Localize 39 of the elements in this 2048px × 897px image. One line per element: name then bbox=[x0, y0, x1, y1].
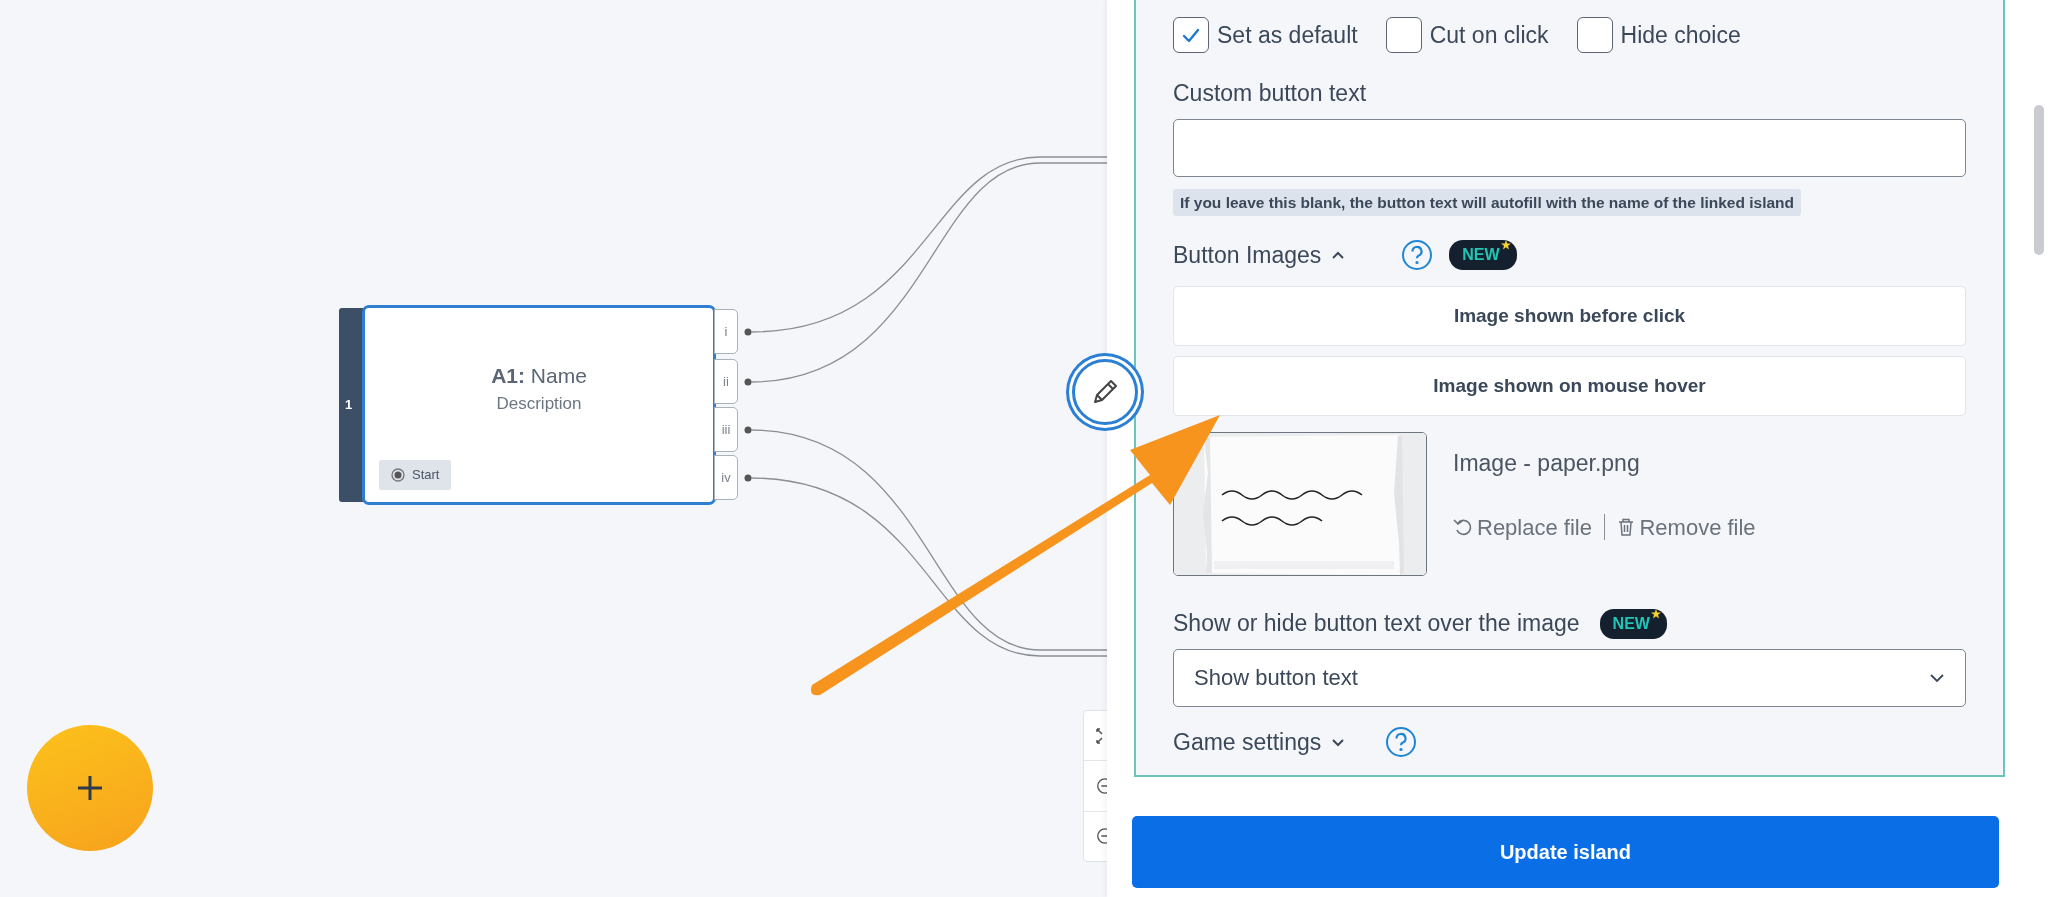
help-icon[interactable] bbox=[1401, 239, 1434, 271]
section-toggle[interactable]: Game settings bbox=[1173, 724, 1346, 760]
checkbox-label: Cut on click bbox=[1429, 20, 1549, 50]
image-button[interactable]: Image shown before click bbox=[1173, 286, 1966, 347]
text-input[interactable] bbox=[1173, 118, 1966, 177]
select-field[interactable]: Show button text bbox=[1173, 648, 1966, 707]
checkbox-label: Set as default bbox=[1217, 20, 1358, 50]
node-description: Description bbox=[495, 393, 583, 415]
help-icon[interactable] bbox=[1385, 726, 1418, 758]
output-port[interactable]: iii bbox=[714, 407, 738, 452]
new-badge: NEW bbox=[1449, 240, 1517, 270]
radio-icon bbox=[391, 468, 405, 482]
trash-icon bbox=[1617, 517, 1636, 538]
node-title: A1: Name bbox=[490, 363, 588, 389]
fit-icon bbox=[1096, 727, 1104, 744]
plus-icon bbox=[76, 774, 104, 802]
chevron-down-icon bbox=[1929, 672, 1945, 683]
checkbox-label: Hide choice bbox=[1620, 20, 1741, 50]
undo-icon bbox=[1453, 517, 1473, 538]
node-card[interactable]: A1: Name Description Start bbox=[362, 305, 716, 505]
file-name: Image - paper.png bbox=[1453, 449, 1641, 479]
output-port[interactable]: iv bbox=[714, 455, 738, 500]
start-button[interactable]: Start bbox=[379, 460, 452, 490]
update-button[interactable]: Update island bbox=[1132, 816, 1999, 888]
star-icon bbox=[1500, 240, 1511, 250]
output-port[interactable]: ii bbox=[714, 359, 738, 404]
checkbox[interactable] bbox=[1576, 17, 1613, 53]
new-badge: NEW bbox=[1599, 608, 1667, 639]
field-label: Custom button text bbox=[1173, 79, 1368, 108]
star-icon bbox=[1650, 608, 1661, 619]
image-button[interactable]: Image shown on mouse hover bbox=[1173, 356, 1966, 417]
remove-file-link[interactable]: Remove file bbox=[1617, 510, 1756, 544]
replace-file-link[interactable]: Replace file bbox=[1453, 510, 1592, 544]
field-label: Show or hide button text over the image bbox=[1173, 609, 1580, 639]
hint-text: If you leave this blank, the button text will autofill with the name of the linked island bbox=[1173, 188, 1802, 216]
checkbox[interactable] bbox=[1173, 17, 1209, 53]
checkbox[interactable] bbox=[1385, 17, 1422, 53]
output-port[interactable]: i bbox=[714, 309, 738, 354]
section-toggle[interactable]: Button Images bbox=[1173, 237, 1346, 273]
